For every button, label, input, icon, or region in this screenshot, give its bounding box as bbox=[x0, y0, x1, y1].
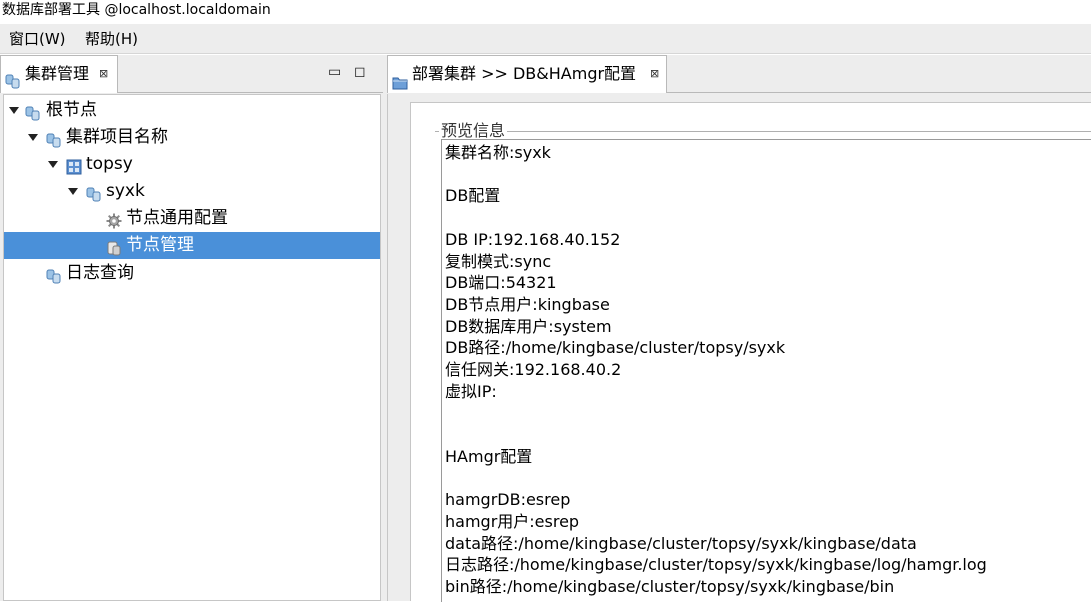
preview-line: hamgr用户:esrep bbox=[445, 511, 580, 531]
menu-help[interactable]: 帮助(H) bbox=[85, 24, 138, 54]
left-tabbar: 集群管理 ⊠ ▭ ◻ bbox=[0, 55, 383, 93]
expand-arrow-icon[interactable] bbox=[68, 188, 78, 195]
tree-item-syxk[interactable]: syxk bbox=[4, 178, 380, 205]
close-icon[interactable]: ⊠ bbox=[99, 56, 108, 92]
editor-panel: 部署集群 >> DB&HAmgr配置 ⊠ 预览信息 集群名称:syxk DB配置 D… bbox=[387, 55, 1091, 602]
right-tabbar: 部署集群 >> DB&HAmgr配置 ⊠ bbox=[387, 55, 1091, 93]
preview-line: DB端口:54321 bbox=[445, 273, 557, 293]
tab-label: 集群管理 bbox=[25, 64, 90, 83]
tree-item-label: 根节点 bbox=[46, 100, 97, 120]
preview-line: DB配置 bbox=[445, 186, 501, 206]
app-title: 数据库部署工具 @localhost.localdomain bbox=[0, 0, 1091, 24]
tree-item-node-common-config[interactable]: 节点通用配置 bbox=[4, 205, 380, 232]
preview-line: data路径:/home/kingbase/cluster/topsy/syxk… bbox=[445, 533, 917, 553]
tab-deploy-cluster-config[interactable]: 部署集群 >> DB&HAmgr配置 ⊠ bbox=[387, 55, 667, 93]
group-border bbox=[435, 131, 1091, 132]
preview-line: hamgrDB:esrep bbox=[445, 490, 571, 510]
tree-item-label: 节点通用配置 bbox=[126, 208, 228, 228]
tree-item-topsy[interactable]: topsy bbox=[4, 151, 380, 178]
cluster-tree: 根节点 集群项目名称 topsy syxk 节点通用配置 节点管理 日志查询 bbox=[3, 94, 381, 601]
expand-arrow-icon[interactable] bbox=[9, 107, 19, 114]
minimize-icon[interactable]: ▭ bbox=[328, 55, 341, 89]
editor-area: 预览信息 集群名称:syxk DB配置 DB IP:192.168.40.152 复制… bbox=[387, 94, 1091, 602]
tree-item-label: 集群项目名称 bbox=[66, 127, 168, 147]
preview-line: 信任网关:192.168.40.2 bbox=[445, 360, 622, 379]
tree-item-label: 节点管理 bbox=[126, 235, 194, 255]
preview-line: 集群名称:syxk bbox=[445, 143, 551, 162]
tree-item-root[interactable]: 根节点 bbox=[4, 97, 380, 124]
maximize-icon[interactable]: ◻ bbox=[354, 55, 366, 89]
preview-text-area[interactable]: 集群名称:syxk DB配置 DB IP:192.168.40.152 复制模式:sy… bbox=[441, 139, 1091, 602]
preview-line: bin路径:/home/kingbase/cluster/topsy/syxk/… bbox=[445, 577, 895, 596]
cluster-management-panel: 集群管理 ⊠ ▭ ◻ 根节点 集群项目名称 topsy syxk 节点通用配置 … bbox=[0, 55, 383, 601]
close-icon[interactable]: ⊠ bbox=[650, 56, 659, 92]
tree-item-project[interactable]: 集群项目名称 bbox=[4, 124, 380, 151]
config-form: 预览信息 集群名称:syxk DB配置 DB IP:192.168.40.152 复制… bbox=[410, 102, 1091, 602]
preview-line: HAmgr配置 bbox=[445, 446, 533, 466]
preview-line: DB数据库用户:system bbox=[445, 316, 612, 336]
group-title-preview: 预览信息 bbox=[439, 121, 508, 141]
menubar: 窗口(W) 帮助(H) bbox=[0, 24, 1091, 54]
tab-label: 部署集群 >> DB&HAmgr配置 bbox=[412, 64, 637, 83]
tree-item-label: syxk bbox=[106, 181, 145, 201]
tab-cluster-management[interactable]: 集群管理 ⊠ bbox=[0, 55, 118, 93]
preview-line: DB节点用户:kingbase bbox=[445, 294, 610, 314]
tree-item-label: 日志查询 bbox=[66, 263, 134, 283]
preview-line: DB IP:192.168.40.152 bbox=[445, 229, 621, 249]
preview-line: 日志路径:/home/kingbase/cluster/topsy/syxk/k… bbox=[445, 555, 987, 575]
preview-line: DB路径:/home/kingbase/cluster/topsy/syxk bbox=[445, 338, 786, 358]
preview-line: 虚拟IP: bbox=[445, 381, 497, 401]
expand-arrow-icon[interactable] bbox=[48, 161, 58, 168]
menu-window[interactable]: 窗口(W) bbox=[9, 24, 66, 54]
cluster-icon bbox=[46, 266, 62, 293]
tree-item-node-management[interactable]: 节点管理 bbox=[4, 232, 380, 259]
preview-line: 复制模式:sync bbox=[445, 251, 552, 271]
expand-arrow-icon[interactable] bbox=[28, 134, 38, 141]
tree-item-log-query[interactable]: 日志查询 bbox=[4, 260, 380, 287]
tree-item-label: topsy bbox=[86, 154, 133, 174]
